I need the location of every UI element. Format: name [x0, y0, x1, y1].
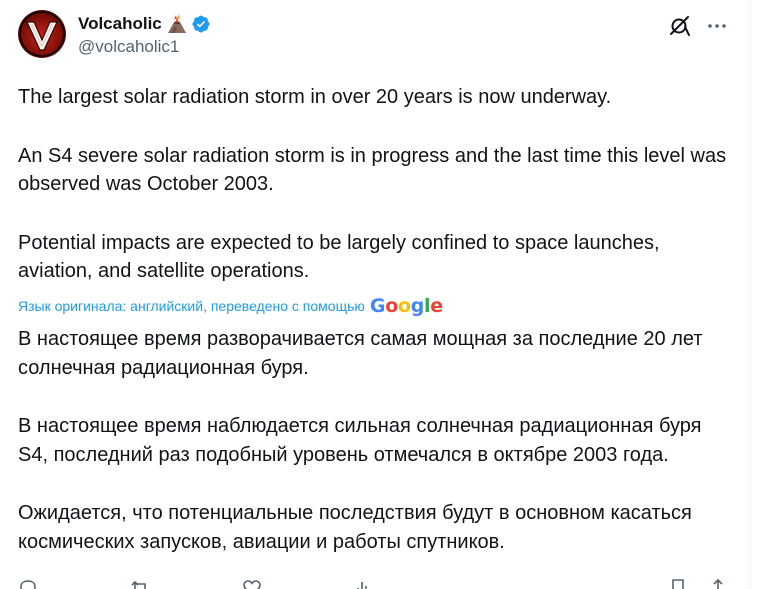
translated-paragraph: В настоящее время разворачивается самая …: [18, 328, 703, 379]
author-names: Volcaholic @volcaholic1: [78, 13, 211, 57]
tweet-actions: [18, 578, 733, 589]
volcano-emoji-icon: [166, 14, 188, 34]
tweet-paragraph: An S4 severe solar radiation storm is in…: [18, 145, 727, 195]
display-name-row: Volcaholic: [78, 13, 211, 35]
avatar[interactable]: [18, 10, 66, 58]
bookmark-icon[interactable]: [668, 578, 688, 589]
share-icon[interactable]: [708, 578, 728, 589]
more-icon[interactable]: [705, 14, 729, 38]
google-logo: Google: [369, 295, 443, 317]
like-icon[interactable]: [242, 578, 262, 589]
tweet-text: The largest solar radiation storm in ove…: [18, 83, 733, 285]
grok-icon[interactable]: [668, 14, 692, 38]
tweet-header: Volcaholic @volcaholic1: [18, 10, 733, 66]
tweet-paragraph: Potential impacts are expected to be lar…: [18, 232, 660, 282]
translation-note-text[interactable]: Язык оригинала: английский, переведено с…: [18, 298, 365, 314]
author-handle[interactable]: @volcaholic1: [78, 37, 211, 57]
display-name[interactable]: Volcaholic: [78, 14, 162, 34]
reply-icon[interactable]: [18, 578, 38, 589]
translated-paragraph: Ожидается, что потенциальные последствия…: [18, 502, 692, 553]
verified-badge-icon[interactable]: [191, 14, 211, 34]
tweet-paragraph: The largest solar radiation storm in ove…: [18, 86, 612, 108]
translated-text: В настоящее время разворачивается самая …: [18, 325, 733, 557]
translation-note[interactable]: Язык оригинала: английский, переведено с…: [18, 294, 443, 318]
timeline-divider: [750, 0, 751, 589]
translated-paragraph: В настоящее время наблюдается сильная со…: [18, 415, 702, 466]
views-icon[interactable]: [354, 578, 374, 589]
retweet-icon[interactable]: [130, 578, 150, 589]
